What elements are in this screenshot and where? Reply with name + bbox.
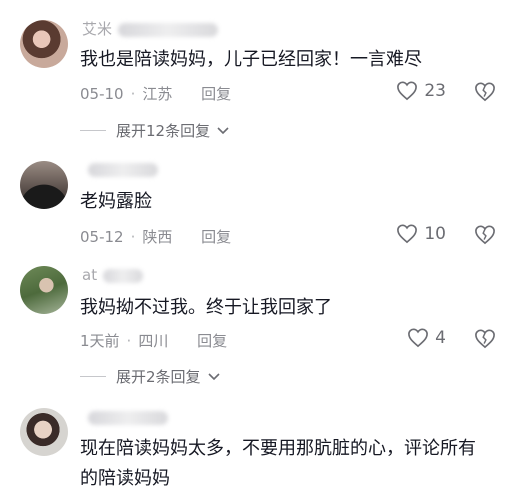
reply-button[interactable]: 回复 [201, 85, 231, 103]
comment-meta: 05-10 · 江苏 回复 [80, 85, 232, 103]
like-button[interactable]: 10 [396, 224, 446, 244]
dislike-button[interactable] [474, 82, 496, 106]
comment-text: 我也是陪读妈妈，儿子已经回家！一言难尽 [80, 49, 422, 70]
broken-heart-icon [475, 225, 495, 245]
avatar[interactable] [20, 20, 68, 68]
broken-heart-icon [475, 329, 495, 349]
dislike-button[interactable] [474, 225, 496, 249]
chevron-down-icon [207, 372, 220, 380]
comment-location: 江苏 [142, 85, 173, 103]
comment-date: 1天前 [80, 332, 120, 350]
heart-icon [397, 224, 418, 244]
avatar[interactable] [20, 161, 68, 209]
comment-text: 现在陪读妈妈太多，不要用那肮脏的心，评论所有 的陪读妈妈 [80, 438, 476, 489]
broken-heart-icon [475, 82, 495, 102]
username[interactable] [82, 408, 168, 430]
avatar[interactable] [20, 408, 68, 456]
reply-button[interactable]: 回复 [201, 228, 231, 246]
username[interactable]: 艾米 [82, 18, 219, 40]
like-count: 10 [424, 224, 446, 244]
like-count: 4 [435, 328, 446, 348]
like-button[interactable]: 4 [407, 328, 446, 348]
heart-icon [408, 328, 429, 348]
expand-replies-button[interactable]: 展开12条回复 [80, 120, 230, 141]
avatar[interactable] [20, 266, 68, 314]
comment-location: 四川 [138, 332, 169, 350]
reply-button[interactable]: 回复 [197, 332, 227, 350]
comment-meta: 05-12 · 陕西 回复 [80, 228, 232, 246]
comment-date: 05-10 [80, 85, 124, 103]
chevron-down-icon [217, 126, 229, 134]
comment-text: 我妈拗不过我。终于让我回家了 [80, 297, 332, 318]
username[interactable] [82, 160, 158, 182]
like-button[interactable]: 23 [396, 81, 446, 101]
expand-replies-button[interactable]: 展开2条回复 [80, 366, 221, 387]
comment-location: 陕西 [142, 228, 173, 246]
like-count: 23 [424, 81, 446, 101]
username[interactable]: at [82, 266, 144, 288]
comment-text: 老妈露脸 [80, 191, 152, 212]
dislike-button[interactable] [474, 329, 496, 353]
heart-icon [397, 81, 418, 101]
comment-meta: 1天前 · 四川 回复 [80, 332, 228, 350]
comment-date: 05-12 [80, 228, 124, 246]
